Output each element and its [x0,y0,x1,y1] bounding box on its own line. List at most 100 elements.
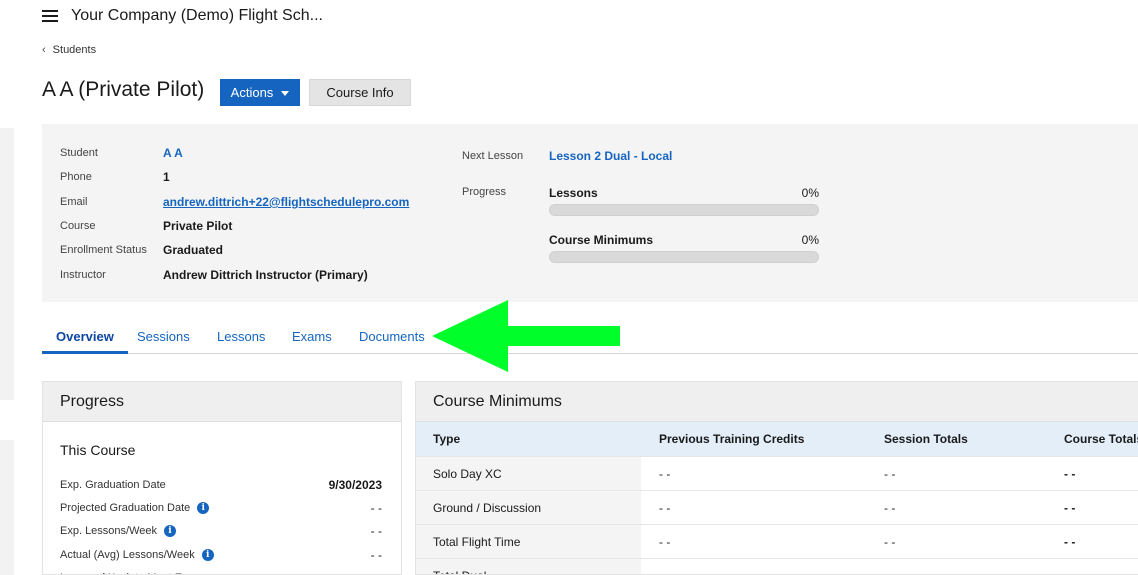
info-row: Instructor Andrew Dittrich Instructor (Pr… [60,267,368,283]
progress-card: Progress This Course Exp. Graduation Dat… [42,381,402,575]
breadcrumb[interactable]: ‹ Students [42,44,96,56]
info-label: Enrollment Status [60,244,147,256]
progress-row-label-text: Projected Graduation Date [60,502,191,514]
lessons-progress-bar [549,204,819,216]
app-title: Your Company (Demo) Flight Sch... [71,7,323,24]
course-minimums-progress: Course Minimums 0% [549,233,819,263]
progress-row-label: Exp. Lessons/Week i [60,525,177,537]
cell-type: Total Flight Time [416,525,641,558]
course-minimums-progress-percent: 0% [801,233,819,247]
cell-type: Solo Day XC [416,457,641,490]
info-row: Enrollment Status Graduated [60,242,223,258]
progress-row-value: - - [370,548,382,562]
progress-row-value: 9/30/2023 [328,478,382,492]
breadcrumb-students-link[interactable]: Students [53,44,96,56]
next-lesson-label: Next Lesson [462,150,524,162]
progress-card-title: Progress [43,382,401,422]
student-link[interactable]: A A [163,146,183,160]
cell-previous-credits: - - [659,500,671,515]
info-row: Student A A [60,145,183,161]
info-icon[interactable]: i [201,549,214,561]
progress-card-row: Lessons/Week to Meet Exp... [60,570,382,574]
cell-session-totals: - - [884,534,896,549]
course-minimums-title: Course Minimums [416,382,1138,422]
progress-row-label: Exp. Graduation Date [60,479,166,491]
course-minimums-table: Type Previous Training Credits Session T… [416,422,1138,575]
progress-row-label-text: Exp. Lessons/Week [60,525,158,537]
column-header-type: Type [433,432,461,446]
next-lesson-link[interactable]: Lesson 2 Dual - Local [549,149,672,163]
student-info-panel: Student A A Phone 1 Email andrew.dittrich+22@… [42,124,1138,302]
course-info-button[interactable]: Course Info [309,79,411,106]
tab-overview[interactable]: Overview [42,324,128,354]
chevron-left-icon: ‹ [42,44,46,56]
cell-previous-credits: - - [641,569,866,575]
info-value: Graduated [163,243,224,257]
tab-exams[interactable]: Exams [292,324,332,353]
lessons-progress: Lessons 0% [549,186,819,216]
table-row: Total Dual- -- -- - [416,558,1138,575]
info-row: Course Private Pilot [60,218,232,234]
annotation-arrow-icon [432,300,620,372]
progress-label: Progress [462,186,507,198]
progress-row-label: Projected Graduation Date i [60,502,210,514]
top-bar: Your Company (Demo) Flight Sch... [42,4,323,28]
cell-previous-credits: - - [659,466,671,481]
tab-lessons[interactable]: Lessons [217,324,265,353]
progress-card-row: Exp. Graduation Date 9/30/2023 [60,477,382,493]
actions-button-label: Actions [230,85,274,100]
tab-documents[interactable]: Documents [359,324,425,353]
caret-down-icon [281,91,290,96]
cell-type: Total Dual [416,559,641,574]
info-value: Private Pilot [163,219,233,233]
info-label: Email [60,196,88,208]
info-label: Phone [60,171,92,183]
info-label: Student [60,147,98,159]
cell-session-totals: - - [884,466,896,481]
info-icon[interactable]: i [197,502,210,514]
course-minimums-card: Course Minimums Type Previous Training C… [415,381,1138,575]
table-row: Ground / Discussion - - - - - - [416,490,1138,524]
left-edge-panel-lower [0,440,14,575]
table-header-row: Type Previous Training Credits Session T… [416,422,1138,456]
course-minimums-progress-bar [549,251,819,263]
actions-dropdown-button[interactable]: Actions [220,79,300,106]
info-value: Andrew Dittrich Instructor (Primary) [163,268,368,282]
info-row: Email andrew.dittrich+22@flightschedulepr… [60,194,409,210]
column-header-course-totals: Course Totals [1064,432,1138,446]
page-title: A A (Private Pilot) [42,78,205,101]
lessons-progress-name: Lessons [549,186,598,200]
cell-session-totals: - - [884,500,896,515]
lessons-progress-percent: 0% [801,186,819,200]
cell-course-totals: - - [1064,466,1076,481]
cell-course-totals: - - [1064,500,1076,515]
progress-row-label: Actual (Avg) Lessons/Week i [60,549,214,561]
info-icon[interactable]: i [164,525,177,537]
cell-course-totals: - - [1064,534,1076,549]
cell-type: Ground / Discussion [416,491,641,524]
hamburger-menu-icon[interactable] [42,10,58,22]
tab-sessions[interactable]: Sessions [137,324,190,353]
course-minimums-progress-name: Course Minimums [549,233,654,247]
info-value: 1 [163,170,170,184]
progress-row-label-text: Exp. Graduation Date [60,479,166,491]
cell-previous-credits: - - [659,534,671,549]
column-header-previous-credits: Previous Training Credits [659,432,805,446]
this-course-heading: This Course [60,442,136,458]
progress-row-value: - - [370,524,382,538]
progress-row-label-text: Actual (Avg) Lessons/Week [60,549,195,561]
cell-course-totals: - - [1046,569,1138,575]
table-row: Solo Day XC - - - - - - [416,456,1138,490]
left-edge-panel [0,128,14,400]
progress-row-value: - - [370,501,382,515]
info-label: Instructor [60,269,106,281]
progress-card-row: Projected Graduation Date i - - [60,500,382,516]
progress-card-row: Actual (Avg) Lessons/Week i - - [60,547,382,563]
progress-card-row: Exp. Lessons/Week i - - [60,523,382,539]
email-link[interactable]: andrew.dittrich+22@flightschedulepro.com [163,195,409,209]
info-row: Phone 1 [60,169,170,185]
cell-session-totals: - - [866,569,1046,575]
info-label: Course [60,220,96,232]
column-header-session-totals: Session Totals [884,432,968,446]
table-row: Total Flight Time - - - - - - [416,524,1138,558]
